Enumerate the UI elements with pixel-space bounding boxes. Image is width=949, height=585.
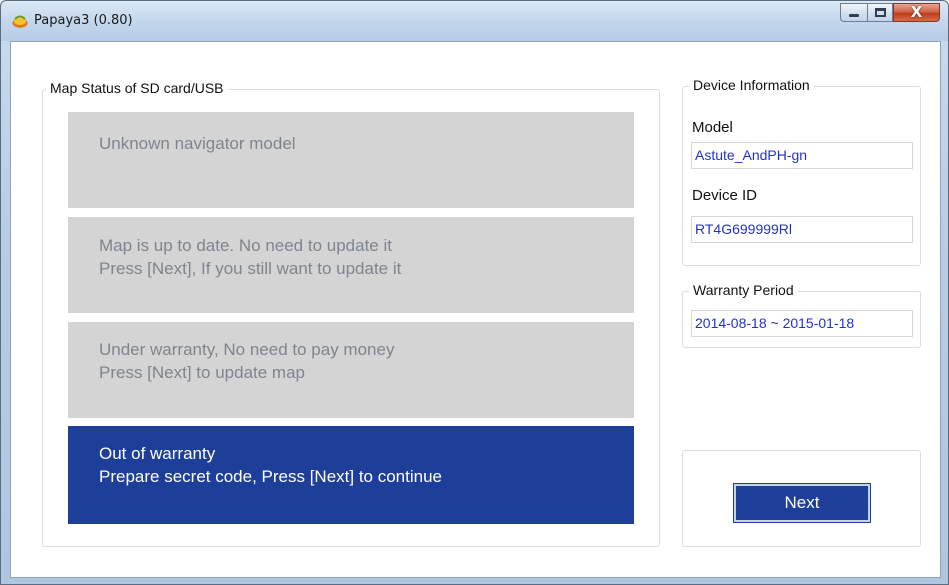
maximize-icon — [875, 8, 886, 17]
panel-text: Map is up to date. No need to update it — [99, 236, 392, 255]
status-panel-unknown-model[interactable]: Unknown navigator model — [68, 112, 634, 208]
status-panel-out-of-warranty[interactable]: Out of warranty Prepare secret code, Pre… — [68, 426, 634, 524]
window-controls: X — [840, 3, 940, 22]
panel-text: Press [Next] to update map — [99, 363, 305, 382]
status-panel-under-warranty[interactable]: Under warranty, No need to pay money Pre… — [68, 322, 634, 418]
panel-text: Unknown navigator model — [99, 134, 296, 153]
map-status-title: Map Status of SD card/USB — [46, 80, 228, 96]
device-information-group: Device Information Model Astute_AndPH-gn… — [682, 77, 921, 266]
model-label: Model — [692, 119, 733, 136]
panel-text: Prepare secret code, Press [Next] to con… — [99, 467, 443, 486]
close-icon: X — [910, 3, 923, 21]
client-area: Map Status of SD card/USB Unknown naviga… — [10, 41, 941, 578]
panel-text: Out of warranty — [99, 444, 216, 463]
warranty-period-group: Warranty Period 2014-08-18 ~ 2015-01-18 — [682, 282, 921, 348]
panel-text: Press [Next], If you still want to updat… — [99, 259, 402, 278]
warranty-period-title: Warranty Period — [689, 282, 798, 298]
device-information-title: Device Information — [689, 77, 814, 93]
status-panel-up-to-date[interactable]: Map is up to date. No need to update it … — [68, 217, 634, 313]
model-field[interactable]: Astute_AndPH-gn — [691, 142, 913, 169]
app-icon — [12, 15, 28, 28]
actions-group: Next — [682, 450, 921, 547]
minimize-icon — [849, 14, 859, 17]
window-title: Papaya3 (0.80) — [34, 13, 133, 28]
app-window: Papaya3 (0.80) X Map Status of SD card/U… — [0, 0, 949, 585]
maximize-button[interactable] — [867, 3, 893, 22]
next-button[interactable]: Next — [733, 483, 871, 523]
panel-text: Under warranty, No need to pay money — [99, 340, 395, 359]
device-id-label: Device ID — [692, 187, 758, 204]
warranty-period-field[interactable]: 2014-08-18 ~ 2015-01-18 — [691, 310, 913, 337]
device-id-field[interactable]: RT4G699999Rl — [691, 216, 913, 243]
map-status-group: Map Status of SD card/USB Unknown naviga… — [42, 80, 660, 547]
close-button[interactable]: X — [893, 3, 940, 22]
minimize-button[interactable] — [840, 3, 867, 22]
title-bar[interactable]: Papaya3 (0.80) X — [1, 1, 948, 41]
